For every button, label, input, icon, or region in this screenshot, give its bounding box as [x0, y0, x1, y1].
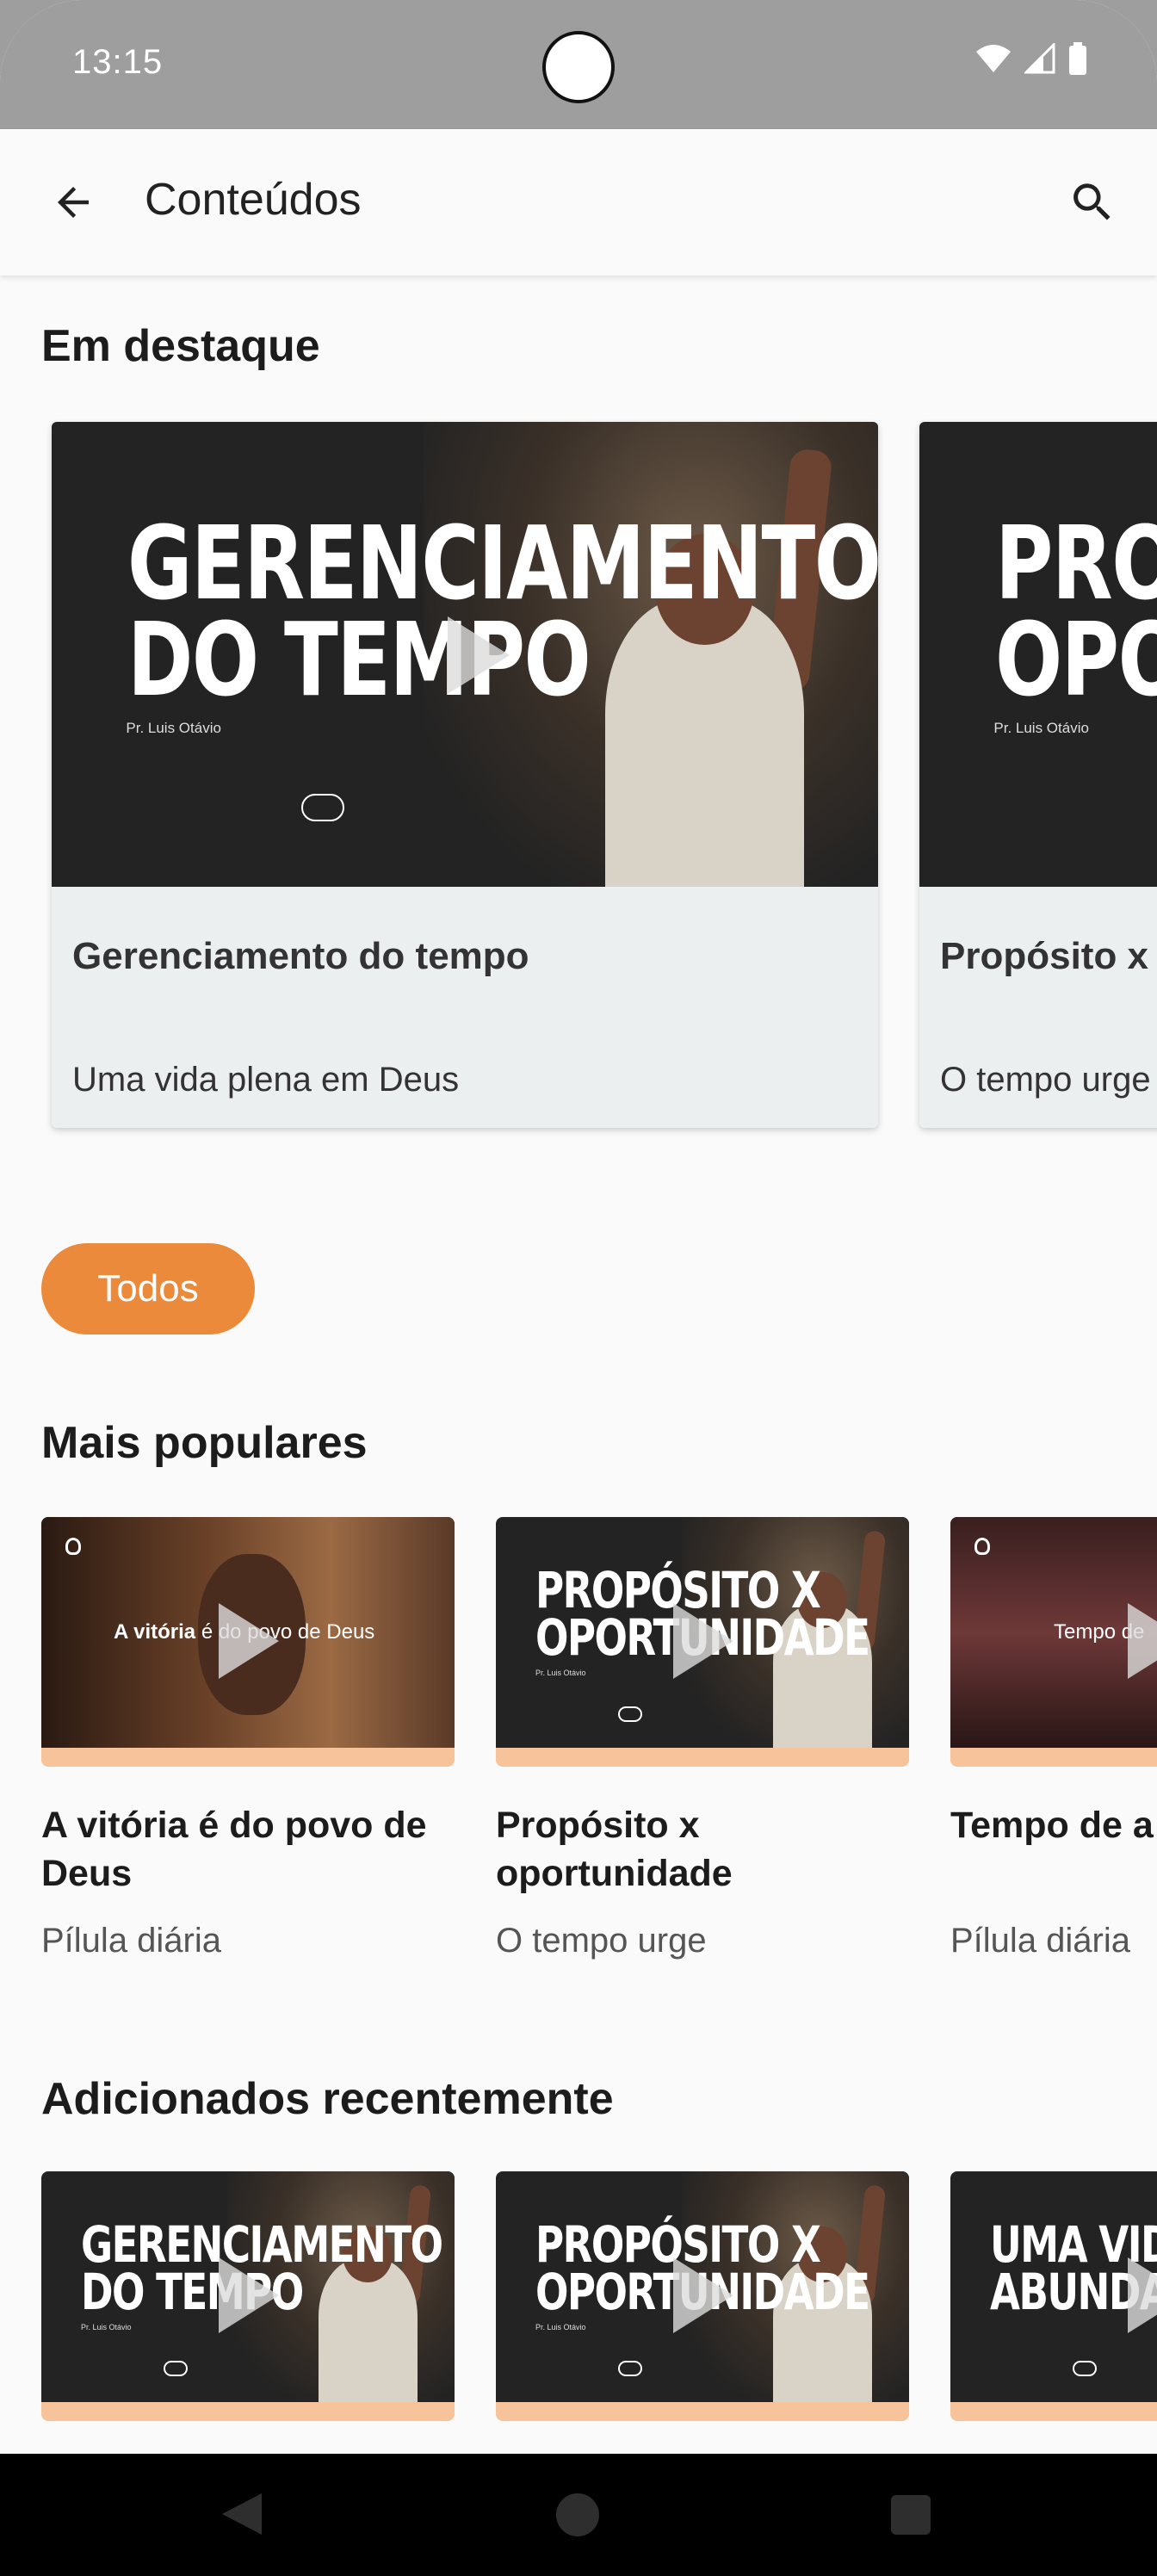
thumbnail-author: Pr. Luis Otávio — [535, 1669, 586, 1677]
featured-thumbnail: GERENCIAMENTO DO TEMPO Pr. Luis Otávio — [52, 422, 878, 887]
play-icon[interactable] — [219, 2257, 279, 2333]
screen: 13:15 Conteúdos Em destaque GERENCIAMENT… — [0, 0, 1157, 2576]
content-card[interactable]: PROPÓSITO X OPORTUNIDADE Pr. Luis Otávio… — [496, 1517, 909, 1960]
content-card[interactable]: Tempo de Tempo de a Pílula diária — [950, 1517, 1157, 1960]
content-card-title: A vitória é do povo de Deus — [41, 1805, 427, 1894]
featured-card[interactable]: GERENCIAMENTO DO TEMPO Pr. Luis Otávio G… — [52, 422, 878, 1128]
brand-logo-icon — [65, 1538, 81, 1555]
content-thumbnail: PROPÓSITO X OPORTUNIDADE Pr. Luis Otávio — [496, 2171, 909, 2421]
play-icon[interactable] — [1128, 1603, 1157, 1679]
featured-card-title: Gerenciamento do tempo — [72, 935, 529, 977]
content-thumbnail: UMA VIDA ABUNDANT — [950, 2171, 1157, 2421]
content-card-title: Tempo de a — [950, 1805, 1154, 1846]
popular-carousel[interactable]: A vitória é do povo de Deus A vitória é … — [0, 1517, 1157, 1999]
thumbnail-author: Pr. Luis Otávio — [535, 2323, 586, 2331]
content-thumbnail: A vitória é do povo de Deus — [41, 1517, 455, 1767]
content-card[interactable]: UMA VIDA ABUNDANT — [950, 2171, 1157, 2421]
battery-icon — [1069, 42, 1086, 75]
camera-cutout — [542, 31, 615, 103]
section-title-recent: Adicionados recentemente — [41, 2074, 614, 2124]
content-scroll[interactable]: Em destaque GERENCIAMENTO DO TEMPO Pr. L… — [0, 276, 1157, 2454]
app-bar: Conteúdos — [0, 129, 1157, 276]
content-thumbnail: Tempo de — [950, 1517, 1157, 1767]
arrow-back-icon — [58, 187, 89, 218]
nav-home-icon[interactable] — [556, 2493, 599, 2536]
play-icon[interactable] — [219, 1603, 279, 1679]
thumbnail-headline: PROP OPOR — [995, 504, 1157, 720]
content-card[interactable]: PROPÓSITO X OPORTUNIDADE Pr. Luis Otávio — [496, 2171, 909, 2421]
featured-card-subtitle: Uma vida plena em Deus — [72, 1061, 460, 1099]
status-icons — [974, 41, 1088, 76]
play-icon[interactable] — [448, 616, 510, 694]
system-nav-bar — [0, 2454, 1157, 2576]
search-icon — [1073, 183, 1111, 220]
section-title-popular: Mais populares — [41, 1418, 368, 1468]
content-card-subtitle: Pílula diária — [41, 1922, 222, 1960]
featured-thumbnail: PROP OPOR Pr. Luis Otávio — [919, 422, 1157, 887]
signal-icon — [1024, 43, 1055, 74]
brand-logo-icon — [164, 2361, 188, 2376]
status-bar: 13:15 — [0, 0, 1157, 129]
section-title-featured: Em destaque — [41, 321, 320, 371]
page-title: Conteúdos — [145, 175, 362, 225]
content-card-title: Propósito x oportunidade — [496, 1805, 733, 1894]
play-icon[interactable] — [673, 1603, 733, 1679]
recent-carousel[interactable]: GERENCIAMENTO DO TEMPO Pr. Luis Otávio P… — [0, 2171, 1157, 2447]
search-button[interactable] — [1054, 164, 1131, 241]
nav-back-icon[interactable] — [222, 2493, 262, 2535]
status-time: 13:15 — [72, 43, 164, 81]
thumbnail-author: Pr. Luis Otávio — [126, 720, 221, 736]
brand-logo-icon — [1073, 2361, 1097, 2376]
nav-recents-icon[interactable] — [891, 2495, 931, 2535]
featured-card[interactable]: PROP OPOR Pr. Luis Otávio Propósito x O … — [919, 422, 1157, 1128]
content-card-subtitle: O tempo urge — [496, 1922, 707, 1960]
filter-chip-todos[interactable]: Todos — [41, 1243, 255, 1334]
back-button[interactable] — [34, 164, 112, 241]
play-icon[interactable] — [1128, 2257, 1157, 2333]
featured-card-subtitle: O tempo urge — [940, 1061, 1151, 1099]
content-card[interactable]: A vitória é do povo de Deus A vitória é … — [41, 1517, 455, 1960]
content-card[interactable]: GERENCIAMENTO DO TEMPO Pr. Luis Otávio — [41, 2171, 455, 2421]
thumbnail-author: Pr. Luis Otávio — [81, 2323, 132, 2331]
content-card-subtitle: Pílula diária — [950, 1922, 1131, 1960]
content-thumbnail: GERENCIAMENTO DO TEMPO Pr. Luis Otávio — [41, 2171, 455, 2421]
content-thumbnail: PROPÓSITO X OPORTUNIDADE Pr. Luis Otávio — [496, 1517, 909, 1767]
thumbnail-author: Pr. Luis Otávio — [993, 720, 1089, 736]
featured-carousel[interactable]: GERENCIAMENTO DO TEMPO Pr. Luis Otávio G… — [0, 422, 1157, 1128]
brand-logo-icon — [974, 1538, 990, 1555]
brand-logo-icon — [618, 2361, 642, 2376]
brand-logo-icon — [301, 794, 344, 821]
brand-logo-icon — [618, 1706, 642, 1722]
play-icon[interactable] — [673, 2257, 733, 2333]
wifi-icon — [976, 45, 1011, 72]
featured-card-title: Propósito x — [940, 935, 1149, 977]
